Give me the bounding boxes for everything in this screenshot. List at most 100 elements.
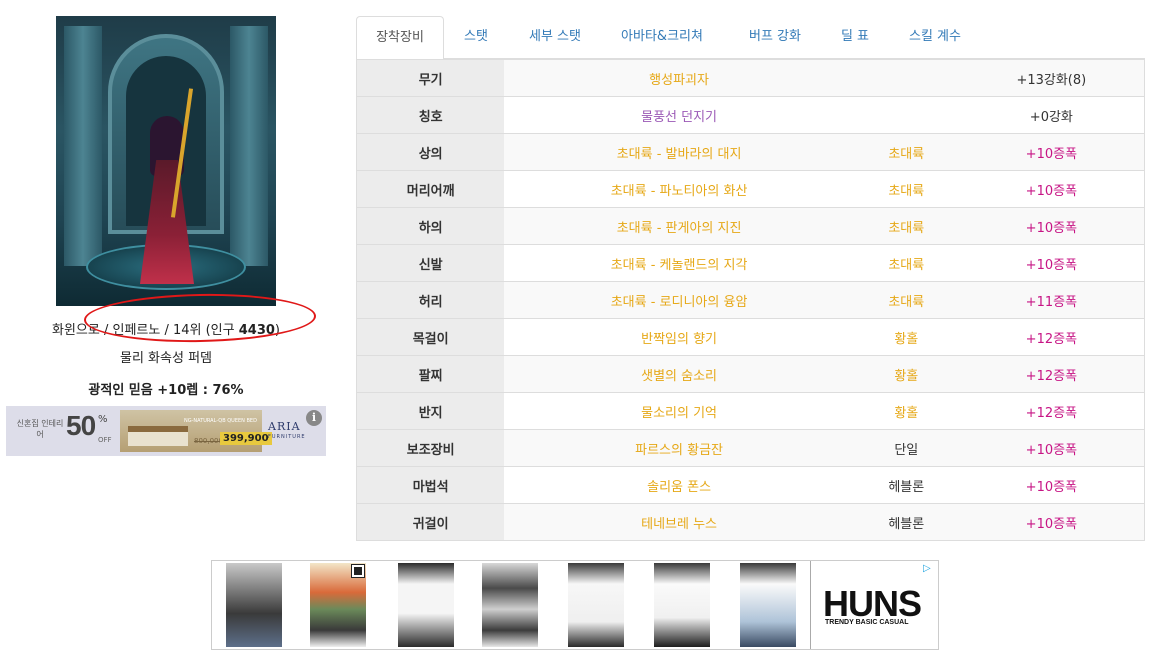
equipment-row: 마법석 솔리움 폰스 헤블론 +10증폭	[356, 466, 1145, 504]
equipment-grade: 초대륙	[853, 244, 959, 282]
ad-brand-tagline: TRENDY BASIC CASUAL	[825, 619, 909, 626]
tab-stats[interactable]: 스탯	[448, 16, 504, 59]
equipment-row: 팔찌 샛별의 숨소리 황홀 +12증폭	[356, 355, 1145, 393]
tab-skill-coefficient[interactable]: 스킬 계수	[894, 16, 976, 59]
ad-photo-1	[226, 563, 282, 647]
ad-price-old: 800,000	[194, 437, 223, 445]
equipment-slot: 허리	[356, 281, 505, 319]
equipment-name[interactable]: 파르스의 황금잔	[504, 429, 854, 467]
equipment-grade: 초대륙	[853, 207, 959, 245]
equipment-enhance: +10증폭	[958, 244, 1145, 282]
tab-avatar-creature[interactable]: 아바타&크리쳐	[606, 16, 718, 59]
tab-damage-table[interactable]: 딜 표	[830, 16, 880, 59]
equipment-row: 신발 초대륙 - 케놀랜드의 지각 초대륙 +10증폭	[356, 244, 1145, 282]
adchoices-icon[interactable]: ▷	[923, 563, 935, 575]
equipment-row: 칭호 물풍선 던지기 +0강화	[356, 96, 1145, 134]
ad-brand-sub: FURNITURE	[268, 434, 306, 440]
ad-bed-image: NG-NATURAL-QB QUEEN BED	[120, 410, 262, 452]
ad-photo-5	[568, 563, 624, 647]
equipment-slot: 보조장비	[356, 429, 505, 467]
character-summary: 화윈으로 / 인페르노 / 14위 (인구 4430)	[6, 319, 326, 338]
equipment-enhance: +10증폭	[958, 207, 1145, 245]
equipment-slot: 머리어깨	[356, 170, 505, 208]
equipment-grade: 헤블론	[853, 466, 959, 504]
pillar-right	[230, 26, 268, 266]
ad-brand: ARIA	[268, 420, 301, 433]
equipment-grade: 황홀	[853, 355, 959, 393]
clothing-ad-banner[interactable]: HUNS TRENDY BASIC CASUAL ▷	[211, 560, 939, 650]
equipment-name[interactable]: 초대륙 - 판게아의 지진	[504, 207, 854, 245]
equipment-enhance: +12증폭	[958, 392, 1145, 430]
equipment-slot: 마법석	[356, 466, 505, 504]
equipment-slot: 상의	[356, 133, 505, 171]
equipment-name[interactable]: 초대륙 - 로디니아의 융암	[504, 281, 854, 319]
qr-icon	[351, 564, 365, 578]
equipment-slot: 하의	[356, 207, 505, 245]
equipment-enhance: +10증폭	[958, 133, 1145, 171]
equipment-grade	[853, 96, 959, 134]
equipment-slot: 귀걸이	[356, 503, 505, 541]
equipment-name[interactable]: 초대륙 - 케놀랜드의 지각	[504, 244, 854, 282]
character-summary-suffix: )	[274, 323, 280, 338]
equipment-name[interactable]: 샛별의 숨소리	[504, 355, 854, 393]
ad-photo-6	[654, 563, 710, 647]
equipment-table: 무기 행성파괴자 +13강화(8) 칭호 물풍선 던지기 +0강화 상의 초대륙 - 발바라의…	[356, 59, 1145, 541]
ad-small-text: 신혼집 인테리어	[16, 419, 64, 439]
tab-detail-stats[interactable]: 세부 스탯	[512, 16, 598, 59]
equipment-row: 반지 물소리의 기억 황홀 +12증폭	[356, 392, 1145, 430]
character-figure	[140, 116, 194, 284]
equipment-enhance: +10증폭	[958, 170, 1145, 208]
equipment-grade: 초대륙	[853, 170, 959, 208]
equipment-name[interactable]: 물풍선 던지기	[504, 96, 854, 134]
equipment-enhance: +0강화	[958, 96, 1145, 134]
equipment-slot: 신발	[356, 244, 505, 282]
equipment-grade: 황홀	[853, 318, 959, 356]
character-summary-prefix: 화윈으로 / 인페르노 / 14위 (인구	[52, 323, 239, 338]
equipment-grade: 단일	[853, 429, 959, 467]
ad-photo-4	[482, 563, 538, 647]
equipment-row: 상의 초대륙 - 발바라의 대지 초대륙 +10증폭	[356, 133, 1145, 171]
equipment-grade: 초대륙	[853, 281, 959, 319]
equipment-grade: 초대륙	[853, 133, 959, 171]
ad-percent-sign: %	[98, 414, 108, 425]
character-damage-type: 물리 화속성 퍼뎀	[120, 351, 212, 366]
ad-photo-3	[398, 563, 454, 647]
tab-buff-enhance[interactable]: 버프 강화	[732, 16, 818, 59]
equipment-enhance: +10증폭	[958, 466, 1145, 504]
pillar-left	[64, 26, 102, 266]
equipment-enhance: +13강화(8)	[958, 59, 1145, 97]
population-count: 4430	[238, 323, 275, 338]
bed-shape	[128, 426, 188, 446]
furniture-ad-banner[interactable]: 신혼집 인테리어 50 % OFF NG-NATURAL-QB QUEEN BE…	[6, 406, 326, 456]
equipment-name[interactable]: 테네브레 누스	[504, 503, 854, 541]
equipment-row: 귀걸이 테네브레 누스 헤블론 +10증폭	[356, 503, 1145, 541]
equipment-enhance: +12증폭	[958, 318, 1145, 356]
equipment-row: 목걸이 반짝임의 향기 황홀 +12증폭	[356, 318, 1145, 356]
equipment-slot: 목걸이	[356, 318, 505, 356]
tab-bar: 장착장비 스탯 세부 스탯 아바타&크리쳐 버프 강화 딜 표 스킬 계수	[356, 16, 1145, 60]
equipment-name[interactable]: 물소리의 기억	[504, 392, 854, 430]
equipment-row: 무기 행성파괴자 +13강화(8)	[356, 59, 1145, 97]
equipment-name[interactable]: 솔리움 폰스	[504, 466, 854, 504]
equipment-enhance: +10증폭	[958, 503, 1145, 541]
equipment-name[interactable]: 초대륙 - 발바라의 대지	[504, 133, 854, 171]
ad-product-tag: NG-NATURAL-QB QUEEN BED	[184, 418, 257, 424]
equipment-row: 머리어깨 초대륙 - 파노티아의 화산 초대륙 +10증폭	[356, 170, 1145, 208]
equipment-name[interactable]: 초대륙 - 파노티아의 화산	[504, 170, 854, 208]
info-icon[interactable]: i	[306, 410, 322, 426]
ad-off: OFF	[98, 436, 112, 444]
equipment-enhance: +10증폭	[958, 429, 1145, 467]
equipment-grade: 헤블론	[853, 503, 959, 541]
ad-brand-panel: HUNS TRENDY BASIC CASUAL	[810, 561, 938, 649]
equipment-row: 하의 초대륙 - 판게아의 지진 초대륙 +10증폭	[356, 207, 1145, 245]
equipment-name[interactable]: 행성파괴자	[504, 59, 854, 97]
equipment-grade	[853, 59, 959, 97]
equipment-row: 보조장비 파르스의 황금잔 단일 +10증폭	[356, 429, 1145, 467]
ad-photo-7	[740, 563, 796, 647]
equipment-enhance: +12증폭	[958, 355, 1145, 393]
equipment-name[interactable]: 반짝임의 향기	[504, 318, 854, 356]
ad-percent: 50	[66, 410, 96, 441]
tab-equipment[interactable]: 장착장비	[356, 16, 444, 60]
character-image	[56, 16, 276, 306]
equipment-enhance: +11증폭	[958, 281, 1145, 319]
